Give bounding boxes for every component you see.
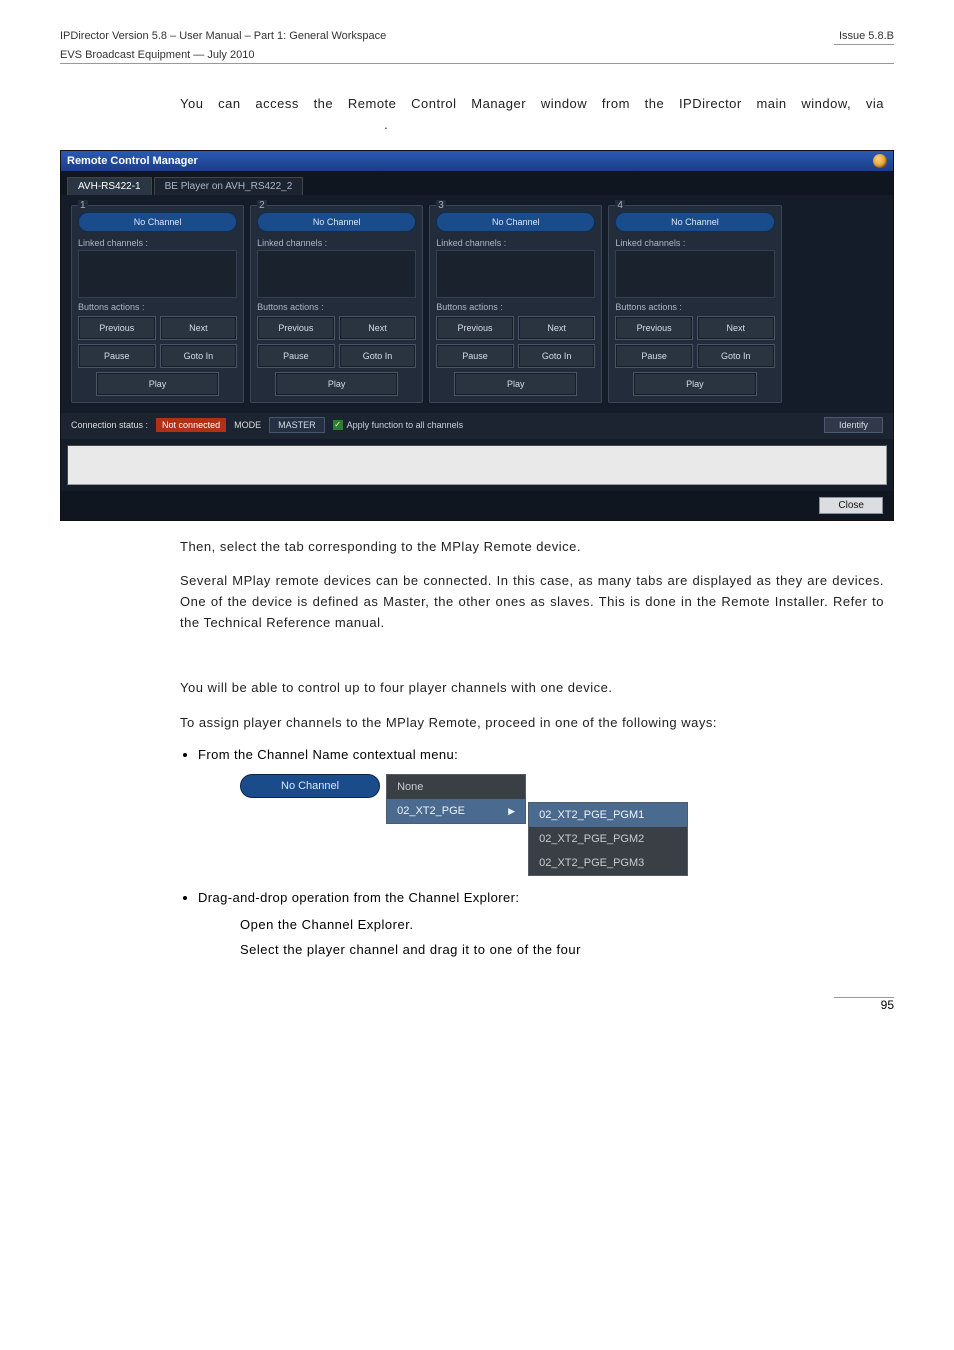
submenu-item-pgm3[interactable]: 02_XT2_PGE_PGM3 <box>529 851 687 875</box>
close-icon[interactable] <box>873 154 887 168</box>
play-button[interactable]: Play <box>96 372 219 396</box>
linked-channels-label: Linked channels : <box>436 238 595 248</box>
header-subtitle: EVS Broadcast Equipment — July 2010 <box>60 49 894 61</box>
gotoin-button[interactable]: Goto In <box>518 344 596 368</box>
next-button[interactable]: Next <box>518 316 596 340</box>
connection-status-value: Not connected <box>156 418 226 432</box>
linked-channels-list <box>615 250 774 298</box>
channel-select-button[interactable]: No Channel <box>78 212 237 232</box>
next-button[interactable]: Next <box>697 316 775 340</box>
channel-button[interactable]: No Channel <box>240 774 380 798</box>
channel-select-button[interactable]: No Channel <box>257 212 416 232</box>
panel-number: 2 <box>257 200 267 211</box>
issue-label: Issue 5.8.B <box>834 30 894 42</box>
next-button[interactable]: Next <box>339 316 417 340</box>
window-title: Remote Control Manager <box>67 155 198 167</box>
close-button[interactable]: Close <box>819 497 883 514</box>
play-button[interactable]: Play <box>275 372 398 396</box>
submenu-item-pgm2[interactable]: 02_XT2_PGE_PGM2 <box>529 827 687 851</box>
previous-button[interactable]: Previous <box>615 316 693 340</box>
context-submenu: 02_XT2_PGE_PGM1 02_XT2_PGE_PGM2 02_XT2_P… <box>528 802 688 876</box>
remote-control-manager-window: Remote Control Manager AVH-RS422-1 BE Pl… <box>60 150 894 521</box>
menu-item-none[interactable]: None <box>387 775 525 799</box>
panel-number: 4 <box>615 200 625 211</box>
mode-value[interactable]: MASTER <box>269 417 325 433</box>
tab-be-player[interactable]: BE Player on AVH_RS422_2 <box>154 177 304 195</box>
channel-panel-2: 2 No Channel Linked channels : Buttons a… <box>250 205 423 403</box>
context-menu-figure: No Channel None 02_XT2_PGE▶ 02_XT2_PGE_P… <box>240 774 894 876</box>
pause-button[interactable]: Pause <box>436 344 514 368</box>
play-button[interactable]: Play <box>454 372 577 396</box>
previous-button[interactable]: Previous <box>257 316 335 340</box>
sub-select-drag: Select the player channel and drag it to… <box>240 942 894 957</box>
linked-channels-list <box>257 250 416 298</box>
menu-item-xt2[interactable]: 02_XT2_PGE▶ <box>387 799 525 823</box>
bullet-contextual-menu: From the Channel Name contextual menu: <box>198 747 894 762</box>
linked-channels-label: Linked channels : <box>78 238 237 248</box>
channel-select-button[interactable]: No Channel <box>615 212 774 232</box>
linked-channels-list <box>78 250 237 298</box>
identify-button[interactable]: Identify <box>824 417 883 433</box>
several-paragraph: Several MPlay remote devices can be conn… <box>180 571 884 633</box>
next-button[interactable]: Next <box>160 316 238 340</box>
chevron-right-icon: ▶ <box>508 806 515 817</box>
previous-button[interactable]: Previous <box>436 316 514 340</box>
then-paragraph: Then, select the tab corresponding to th… <box>180 537 884 558</box>
context-menu: None 02_XT2_PGE▶ <box>386 774 526 824</box>
window-titlebar: Remote Control Manager <box>61 151 893 171</box>
pause-button[interactable]: Pause <box>78 344 156 368</box>
pause-button[interactable]: Pause <box>257 344 335 368</box>
channel-panel-1: 1 No Channel Linked channels : Buttons a… <box>71 205 244 403</box>
buttons-actions-label: Buttons actions : <box>78 302 237 312</box>
connection-status-label: Connection status : <box>71 420 148 430</box>
play-button[interactable]: Play <box>633 372 756 396</box>
assign-paragraph: To assign player channels to the MPlay R… <box>180 713 884 734</box>
buttons-actions-label: Buttons actions : <box>257 302 416 312</box>
previous-button[interactable]: Previous <box>78 316 156 340</box>
channel-panel-3: 3 No Channel Linked channels : Buttons a… <box>429 205 602 403</box>
intro-paragraph: You can access the Remote Control Manage… <box>180 94 884 136</box>
sub-open-explorer: Open the Channel Explorer. <box>240 917 894 932</box>
gotoin-button[interactable]: Goto In <box>339 344 417 368</box>
buttons-actions-label: Buttons actions : <box>436 302 595 312</box>
panel-number: 3 <box>436 200 446 211</box>
panel-number: 1 <box>78 200 88 211</box>
page-number: 95 <box>834 998 894 1012</box>
channel-panel-4: 4 No Channel Linked channels : Buttons a… <box>608 205 781 403</box>
gotoin-button[interactable]: Goto In <box>697 344 775 368</box>
bullet-drag-drop: Drag-and-drop operation from the Channel… <box>198 890 894 905</box>
pause-button[interactable]: Pause <box>615 344 693 368</box>
gotoin-button[interactable]: Goto In <box>160 344 238 368</box>
device-tabs: AVH-RS422-1 BE Player on AVH_RS422_2 <box>61 171 893 195</box>
submenu-item-pgm1[interactable]: 02_XT2_PGE_PGM1 <box>529 803 687 827</box>
tab-avh-rs422-1[interactable]: AVH-RS422-1 <box>67 177 152 195</box>
header-title: IPDirector Version 5.8 – User Manual – P… <box>60 30 386 45</box>
linked-channels-label: Linked channels : <box>615 238 774 248</box>
apply-all-checkbox[interactable]: ✓ Apply function to all channels <box>333 420 464 430</box>
checkmark-icon: ✓ <box>333 420 343 430</box>
control-paragraph: You will be able to control up to four p… <box>180 678 884 699</box>
channel-select-button[interactable]: No Channel <box>436 212 595 232</box>
buttons-actions-label: Buttons actions : <box>615 302 774 312</box>
linked-channels-label: Linked channels : <box>257 238 416 248</box>
mode-label: MODE <box>234 420 261 430</box>
log-area <box>67 445 887 485</box>
linked-channels-list <box>436 250 595 298</box>
